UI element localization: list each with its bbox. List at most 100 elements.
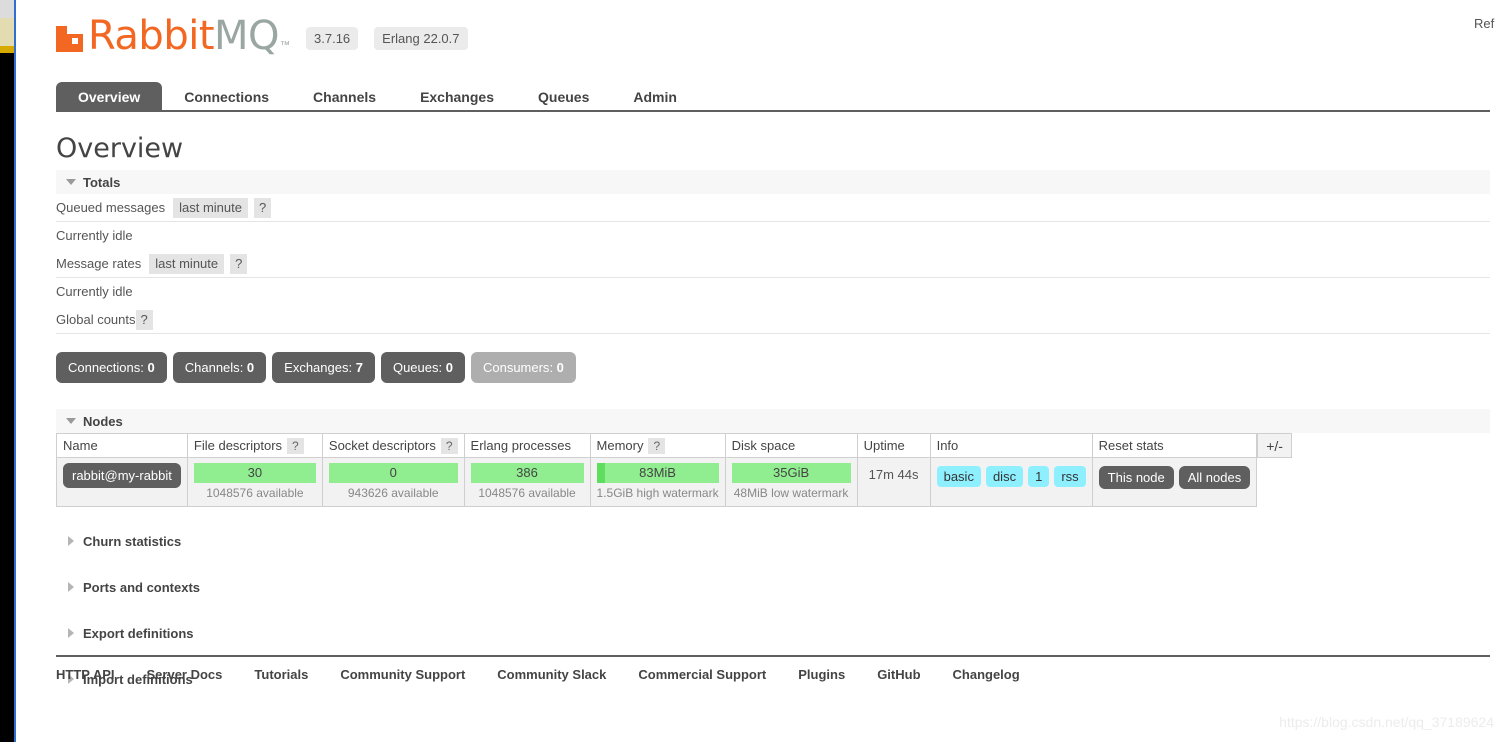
info-badge-count[interactable]: 1 [1028, 466, 1050, 487]
section-header-nodes[interactable]: Nodes [56, 409, 1490, 433]
browser-chrome-strip [0, 0, 19, 742]
col-header-file-descriptors[interactable]: File descriptors? [186, 433, 323, 458]
message-rates-status: Currently idle [56, 284, 133, 299]
global-counts-help-icon[interactable]: ? [135, 309, 153, 330]
col-header-disk-space[interactable]: Disk space [724, 433, 858, 458]
table-row: rabbit@my-rabbit 30 1048576 available 0 … [56, 457, 1258, 507]
memory-value: 83MiB [639, 465, 676, 480]
footer-link-tutorials[interactable]: Tutorials [254, 667, 308, 682]
col-header-info[interactable]: Info [929, 433, 1093, 458]
memory-help-icon[interactable]: ? [648, 438, 666, 454]
trademark-symbol: ™ [280, 40, 291, 51]
chevron-down-icon [66, 418, 76, 424]
global-count-consumers[interactable]: Consumers: 0 [470, 352, 576, 383]
message-rates-help-icon[interactable]: ? [230, 253, 248, 274]
tab-overview[interactable]: Overview [56, 82, 163, 112]
section-label-churn-statistics: Churn statistics [83, 533, 182, 549]
section-label-nodes: Nodes [83, 413, 123, 429]
section-header-export-definitions[interactable]: Export definitions [56, 621, 1490, 645]
cell-erlang-processes: 386 1048576 available [463, 457, 591, 507]
col-header-file-descriptors-label: File descriptors [193, 438, 283, 453]
global-counts-label: Global counts [56, 312, 136, 327]
footer-link-community-slack[interactable]: Community Slack [497, 667, 606, 682]
global-count-queues[interactable]: Queues: 0 [380, 352, 465, 383]
section-header-ports-and-contexts[interactable]: Ports and contexts [56, 575, 1490, 599]
cell-uptime: 17m 44s [856, 457, 931, 507]
node-name-link[interactable]: rabbit@my-rabbit [63, 463, 181, 488]
memory-bar: 83MiB [596, 463, 719, 483]
footer-link-http-api[interactable]: HTTP API [56, 667, 115, 682]
queued-messages-row: Queued messages last minute ? [56, 194, 1490, 222]
footer-link-github[interactable]: GitHub [877, 667, 920, 682]
col-header-uptime-label: Uptime [863, 438, 905, 453]
section-header-totals[interactable]: Totals [56, 170, 1490, 194]
queued-messages-status: Currently idle [56, 228, 133, 243]
global-count-connections[interactable]: Connections: 0 [56, 352, 167, 383]
section-header-churn-statistics[interactable]: Churn statistics [56, 529, 1490, 553]
footer-link-commercial-support[interactable]: Commercial Support [638, 667, 766, 682]
chevron-down-icon [66, 179, 76, 185]
col-header-socket-descriptors[interactable]: Socket descriptors? [321, 433, 465, 458]
nav-tab-list: Overview Connections Channels Exchanges … [56, 80, 1490, 112]
info-badge-rss[interactable]: rss [1054, 466, 1086, 487]
tab-admin[interactable]: Admin [611, 82, 699, 112]
socket-descriptors-sub: 943626 available [347, 486, 439, 500]
rabbitmq-logo-icon [56, 18, 83, 52]
footer-link-plugins[interactable]: Plugins [798, 667, 845, 682]
section-label-export-definitions: Export definitions [83, 625, 194, 641]
logo-text-rabbit: Rabbit [88, 13, 215, 59]
socket-descriptors-value: 0 [389, 465, 397, 480]
browser-titlebar-fragment [0, 0, 14, 18]
col-header-reset-stats-label: Reset stats [1098, 438, 1164, 453]
queued-messages-period-selector[interactable]: last minute [173, 197, 248, 218]
col-header-name[interactable]: Name [56, 433, 188, 458]
page-footer: HTTP API Server Docs Tutorials Community… [56, 655, 1490, 682]
page-header: Rabbit MQ ™ 3.7.16 Erlang 22.0.7 Ref [19, 0, 1498, 80]
socket-descriptors-bar: 0 [328, 463, 458, 483]
queued-messages-help-icon[interactable]: ? [254, 197, 272, 218]
tab-exchanges[interactable]: Exchanges [398, 82, 516, 112]
watermark: https://blog.csdn.net/qq_37189624 [1279, 714, 1494, 730]
col-header-reset-stats[interactable]: Reset stats [1091, 433, 1258, 458]
global-count-connections-value: 0 [147, 360, 155, 375]
file-descriptors-help-icon[interactable]: ? [287, 438, 304, 454]
tab-channels[interactable]: Channels [291, 82, 398, 112]
footer-link-list: HTTP API Server Docs Tutorials Community… [56, 667, 1490, 682]
refresh-control[interactable]: Ref [1474, 16, 1498, 31]
footer-link-community-support[interactable]: Community Support [340, 667, 465, 682]
info-badge-basic[interactable]: basic [936, 466, 981, 487]
message-rates-label: Message rates [56, 256, 142, 271]
message-rates-period-selector[interactable]: last minute [149, 253, 225, 274]
col-header-uptime[interactable]: Uptime [856, 433, 931, 458]
reset-stats-all-nodes-button[interactable]: All nodes [1178, 466, 1251, 489]
message-rates-row: Message rates last minute ? [56, 250, 1490, 278]
logo-text-mq: MQ [214, 13, 280, 59]
nodes-table-body: rabbit@my-rabbit 30 1048576 available 0 … [56, 457, 1258, 507]
tab-queues[interactable]: Queues [516, 82, 611, 112]
socket-descriptors-help-icon[interactable]: ? [440, 438, 458, 454]
disk-space-bar: 35GiB [731, 463, 851, 483]
info-badge-list: basic disc 1 rss [936, 466, 1086, 487]
chevron-right-icon [68, 536, 74, 546]
info-badge-disc[interactable]: disc [985, 466, 1024, 487]
reset-stats-this-node-button[interactable]: This node [1098, 466, 1174, 489]
cell-node-name: rabbit@my-rabbit [56, 457, 188, 507]
nodes-table: Name File descriptors? Socket descriptor… [56, 433, 1258, 507]
tab-connections[interactable]: Connections [162, 82, 291, 112]
global-count-channels[interactable]: Channels: 0 [172, 352, 267, 383]
queued-messages-label: Queued messages [56, 200, 166, 215]
col-header-erlang-processes[interactable]: Erlang processes [463, 433, 591, 458]
col-header-name-label: Name [63, 438, 98, 453]
footer-link-changelog[interactable]: Changelog [953, 667, 1020, 682]
global-count-queues-value: 0 [445, 360, 453, 375]
brand-logo[interactable]: Rabbit MQ ™ 3.7.16 Erlang 22.0.7 [56, 15, 468, 57]
col-header-memory[interactable]: Memory? [589, 433, 726, 458]
page-title: Overview [56, 133, 184, 164]
global-count-connections-name: Connections [68, 360, 141, 375]
global-count-exchanges[interactable]: Exchanges: 7 [272, 352, 375, 383]
col-header-info-label: Info [936, 438, 959, 453]
column-toggle-button[interactable]: +/- [1257, 433, 1292, 458]
footer-link-server-docs[interactable]: Server Docs [147, 667, 223, 682]
col-header-socket-descriptors-label: Socket descriptors [328, 438, 436, 453]
global-count-channels-value: 0 [246, 360, 255, 375]
